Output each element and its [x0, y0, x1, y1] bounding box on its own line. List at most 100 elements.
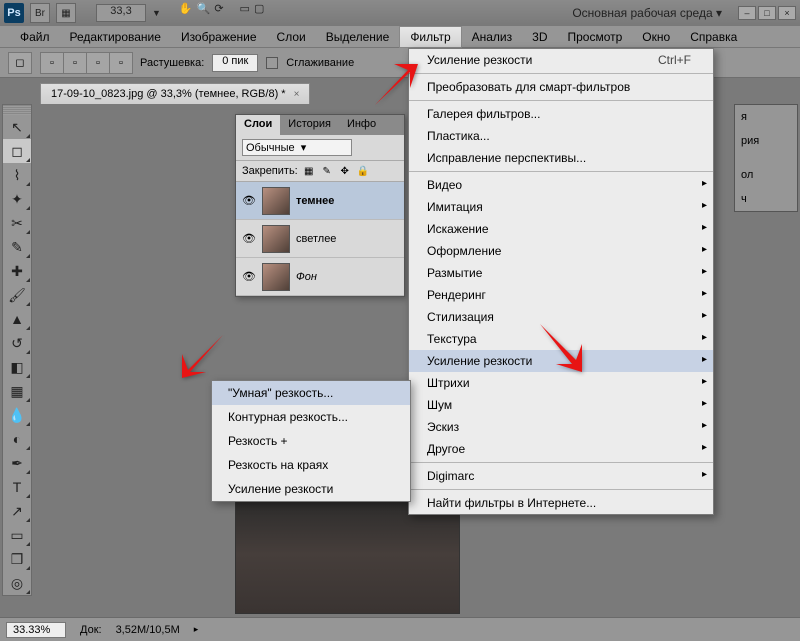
eraser-tool[interactable]: ◧ [3, 355, 31, 379]
visibility-icon[interactable]: 👁 [242, 194, 256, 207]
gradient-tool[interactable]: ▦ [3, 379, 31, 403]
status-menu-icon[interactable]: ▸ [194, 624, 199, 635]
3d-camera-tool[interactable]: ◎ [3, 571, 31, 595]
move-tool[interactable]: ↖ [3, 115, 31, 139]
selection-intersect-icon[interactable]: ▫ [109, 52, 133, 74]
layer-name[interactable]: Фон [296, 271, 317, 283]
layer-thumbnail[interactable] [262, 225, 290, 253]
menu-3d[interactable]: 3D [522, 27, 557, 47]
current-tool-icon[interactable]: ◻ [8, 52, 32, 74]
hand-tool-icon[interactable]: ✋ [179, 2, 193, 24]
layer-thumbnail[interactable] [262, 263, 290, 291]
filter-group-blur[interactable]: Размытие [409, 262, 713, 284]
sharpen-more[interactable]: Резкость + [212, 429, 410, 453]
workspace-switcher[interactable]: Основная рабочая среда ▾ [566, 4, 728, 22]
layer-name[interactable]: темнее [296, 195, 334, 207]
filter-group-sketch[interactable]: Эскиз [409, 416, 713, 438]
lock-pixels-icon[interactable]: ✎ [320, 164, 334, 178]
feather-field[interactable]: 0 пик [212, 54, 258, 72]
document-tab[interactable]: 17-09-10_0823.jpg @ 33,3% (темнее, RGB/8… [40, 83, 310, 104]
zoom-level-field[interactable]: 33,3 [96, 4, 146, 22]
history-brush-tool[interactable]: ↺ [3, 331, 31, 355]
wand-tool[interactable]: ✦ [3, 187, 31, 211]
sharpen-edges[interactable]: Резкость на краях [212, 453, 410, 477]
brush-tool[interactable]: 🖌 [3, 283, 31, 307]
close-button[interactable]: × [778, 6, 796, 20]
healing-tool[interactable]: ✚ [3, 259, 31, 283]
menu-analysis[interactable]: Анализ [462, 27, 523, 47]
sharpen-smart[interactable]: "Умная" резкость... [212, 381, 410, 405]
pen-tool[interactable]: ✒ [3, 451, 31, 475]
lock-position-icon[interactable]: ✥ [338, 164, 352, 178]
type-tool[interactable]: T [3, 475, 31, 499]
stamp-tool[interactable]: ▲ [3, 307, 31, 331]
rotate-view-icon[interactable]: ⟳ [214, 2, 223, 24]
filter-group-noise[interactable]: Шум [409, 394, 713, 416]
sharpen-unsharp-mask[interactable]: Контурная резкость... [212, 405, 410, 429]
dock-item[interactable]: рия [735, 129, 797, 153]
toolbox-grip[interactable] [3, 105, 31, 115]
filter-vanishing-point[interactable]: Исправление перспективы... [409, 147, 713, 169]
blend-mode-dropdown[interactable]: Обычные ▾ [242, 139, 352, 156]
minibridge-button[interactable]: ▦ [56, 3, 76, 23]
shape-tool[interactable]: ▭ [3, 523, 31, 547]
arrange-icon[interactable]: ▭ [240, 2, 250, 24]
menu-edit[interactable]: Редактирование [60, 27, 171, 47]
filter-convert-smart[interactable]: Преобразовать для смарт-фильтров [409, 76, 713, 98]
maximize-button[interactable]: □ [758, 6, 776, 20]
menu-help[interactable]: Справка [680, 27, 747, 47]
menu-window[interactable]: Окно [632, 27, 680, 47]
filter-gallery[interactable]: Галерея фильтров... [409, 103, 713, 125]
layer-row[interactable]: 👁 Фон [236, 258, 404, 296]
panel-tab-info[interactable]: Инфо [339, 115, 384, 135]
3d-tool[interactable]: ❒ [3, 547, 31, 571]
filter-digimarc[interactable]: Digimarc [409, 465, 713, 487]
menu-layer[interactable]: Слои [267, 27, 316, 47]
antialias-checkbox[interactable] [266, 57, 278, 69]
minimize-button[interactable]: – [738, 6, 756, 20]
filter-group-other[interactable]: Другое [409, 438, 713, 460]
layer-row[interactable]: 👁 светлее [236, 220, 404, 258]
layer-row[interactable]: 👁 темнее [236, 182, 404, 220]
close-tab-icon[interactable]: × [294, 89, 300, 100]
zoom-tool-icon[interactable]: 🔍 [197, 2, 211, 24]
panel-tab-layers[interactable]: Слои [236, 115, 280, 135]
filter-group-artistic[interactable]: Имитация [409, 196, 713, 218]
filter-group-video[interactable]: Видео [409, 174, 713, 196]
filter-group-pixelate[interactable]: Оформление [409, 240, 713, 262]
lock-transparent-icon[interactable]: ▦ [302, 164, 316, 178]
filter-browse-online[interactable]: Найти фильтры в Интернете... [409, 492, 713, 514]
dock-item[interactable]: я [735, 105, 797, 129]
screenmode-icon[interactable]: ▢ [254, 2, 264, 24]
selection-add-icon[interactable]: ▫ [63, 52, 87, 74]
marquee-tool[interactable]: ◻ [3, 139, 31, 163]
selection-subtract-icon[interactable]: ▫ [86, 52, 110, 74]
panel-tab-history[interactable]: История [280, 115, 339, 135]
menu-view[interactable]: Просмотр [557, 27, 632, 47]
menu-filter[interactable]: Фильтр [399, 26, 461, 48]
lasso-tool[interactable]: ⌇ [3, 163, 31, 187]
visibility-icon[interactable]: 👁 [242, 232, 256, 245]
layer-name[interactable]: светлее [296, 233, 336, 245]
visibility-icon[interactable]: 👁 [242, 270, 256, 283]
layer-thumbnail[interactable] [262, 187, 290, 215]
eyedropper-tool[interactable]: ✎ [3, 235, 31, 259]
bridge-button[interactable]: Br [30, 3, 50, 23]
filter-group-distort[interactable]: Искажение [409, 218, 713, 240]
filter-group-render[interactable]: Рендеринг [409, 284, 713, 306]
menu-file[interactable]: Файл [10, 27, 60, 47]
filter-last[interactable]: Усиление резкости Ctrl+F [409, 49, 713, 71]
filter-group-strokes[interactable]: Штрихи [409, 372, 713, 394]
crop-tool[interactable]: ✂ [3, 211, 31, 235]
filter-liquify[interactable]: Пластика... [409, 125, 713, 147]
sharpen-basic[interactable]: Усиление резкости [212, 477, 410, 501]
menu-select[interactable]: Выделение [316, 27, 400, 47]
lock-all-icon[interactable]: 🔒 [356, 164, 370, 178]
path-tool[interactable]: ↗ [3, 499, 31, 523]
selection-new-icon[interactable]: ▫ [40, 52, 64, 74]
dodge-tool[interactable]: ◐ [3, 427, 31, 451]
status-zoom-field[interactable]: 33.33% [6, 622, 66, 638]
menu-image[interactable]: Изображение [171, 27, 267, 47]
dock-item[interactable]: ч [735, 187, 797, 211]
blur-tool[interactable]: 💧 [3, 403, 31, 427]
